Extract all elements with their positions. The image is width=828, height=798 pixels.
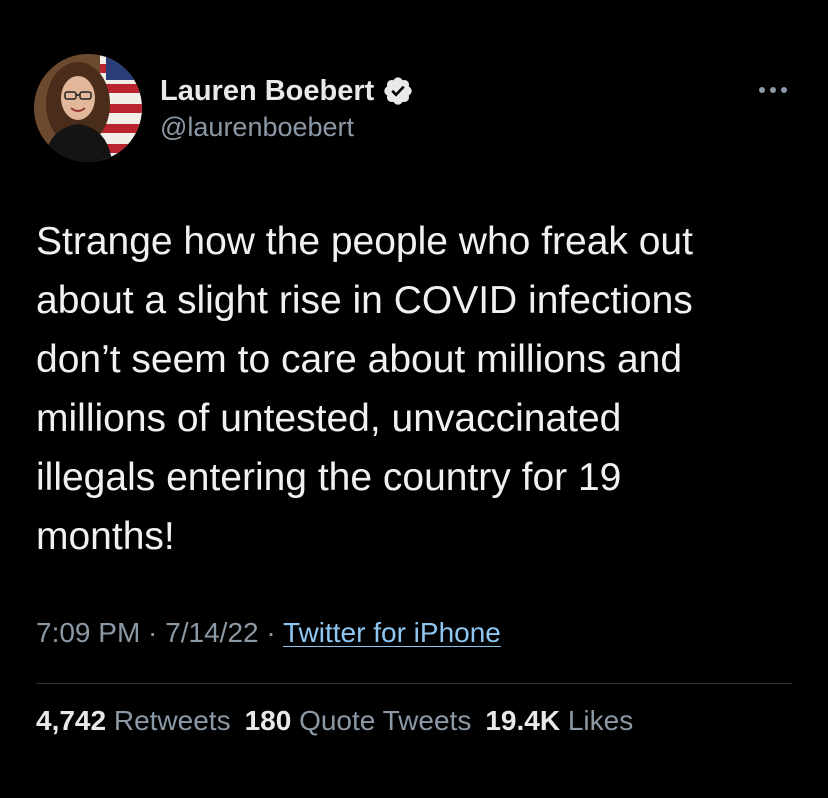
tweet-text-line: about a slight rise in COVID infections bbox=[36, 279, 693, 322]
quote-tweets-label: Quote Tweets bbox=[299, 705, 472, 736]
divider bbox=[36, 683, 792, 684]
tweet-text-line: illegals entering the country for 19 bbox=[36, 456, 622, 499]
tweet-source-link[interactable]: Twitter for iPhone bbox=[283, 617, 501, 648]
tweet-text-line: millions of untested, unvaccinated bbox=[36, 397, 622, 440]
tweet-meta: 7:09 PM · 7/14/22 · Twitter for iPhone bbox=[36, 617, 501, 649]
tweet-time[interactable]: 7:09 PM bbox=[36, 617, 140, 648]
tweet-text-line: months! bbox=[36, 515, 175, 558]
avatar-image bbox=[34, 54, 142, 162]
likes-label: Likes bbox=[567, 705, 634, 736]
author-display-name[interactable]: Lauren Boebert bbox=[160, 75, 374, 108]
tweet-text: Strange how the people who freak out abo… bbox=[36, 212, 806, 566]
retweets-stat[interactable]: 4,742 Retweets bbox=[36, 705, 231, 736]
verified-badge-icon bbox=[382, 75, 414, 107]
likes-stat[interactable]: 19.4K Likes bbox=[485, 705, 633, 736]
avatar[interactable] bbox=[34, 54, 142, 162]
author-handle[interactable]: @laurenboebert bbox=[160, 112, 354, 143]
quote-tweets-stat[interactable]: 180 Quote Tweets bbox=[245, 705, 472, 736]
more-options-icon[interactable] bbox=[753, 80, 793, 100]
meta-separator: · bbox=[140, 617, 166, 648]
tweet-text-line: don’t seem to care about millions and bbox=[36, 338, 683, 381]
meta-separator: · bbox=[258, 617, 283, 648]
author-name-row[interactable]: Lauren Boebert bbox=[160, 72, 414, 110]
quote-tweets-count: 180 bbox=[244, 705, 292, 736]
tweet-stats: 4,742 Retweets 180 Quote Tweets 19.4K Like… bbox=[36, 705, 647, 737]
tweet-date[interactable]: 7/14/22 bbox=[165, 617, 258, 648]
likes-count: 19.4K bbox=[485, 705, 561, 736]
retweets-label: Retweets bbox=[113, 705, 231, 736]
retweets-count: 4,742 bbox=[36, 705, 107, 736]
tweet-text-line: Strange how the people who freak out bbox=[36, 220, 693, 263]
